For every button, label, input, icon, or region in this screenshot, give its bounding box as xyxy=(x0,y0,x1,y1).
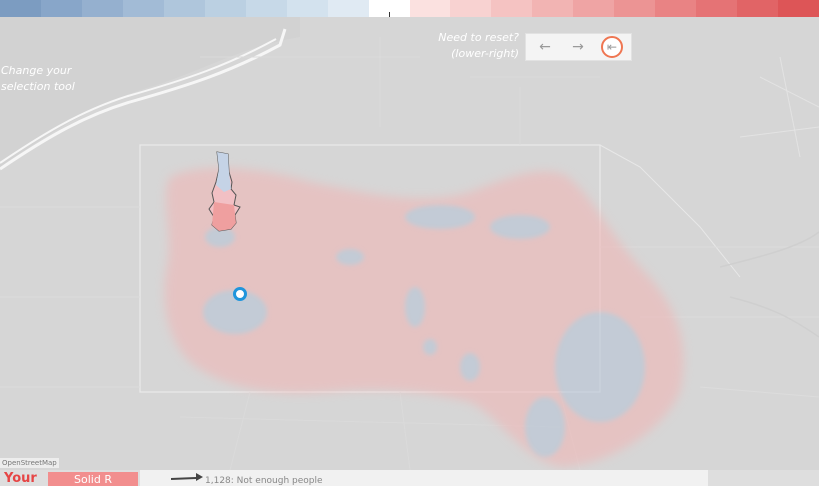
reset-button[interactable]: ⇤ xyxy=(598,34,626,60)
color-scale-legend xyxy=(0,0,819,17)
bottom-bar: Your Solid R 1,128: Not enough people xyxy=(0,470,819,486)
color-scale-segment xyxy=(286,0,328,17)
map-canvas[interactable] xyxy=(0,17,819,470)
color-scale-segment xyxy=(204,0,246,17)
arrow-left-icon: ← xyxy=(539,39,551,55)
reset-icon: ⇤ xyxy=(606,40,618,54)
legend-text: 1,128: Not enough people xyxy=(205,476,323,486)
color-scale-segment xyxy=(655,0,697,17)
legend-panel: 1,128: Not enough people xyxy=(140,470,708,486)
solid-r-button[interactable]: Solid R xyxy=(48,472,138,486)
reset-highlight-ring: ⇤ xyxy=(601,36,623,58)
your-district-label: Your xyxy=(4,471,37,486)
color-scale-segment xyxy=(532,0,574,17)
selection-hint-line-2: selection tool xyxy=(1,80,75,93)
color-scale-segment xyxy=(778,0,819,17)
map-navigation-toolbar: ← → ⇤ xyxy=(525,33,632,61)
reset-hint: Need to reset? (lower-right) xyxy=(438,30,519,62)
color-scale-segment xyxy=(327,0,369,17)
arrow-right-icon: → xyxy=(572,39,584,55)
color-scale-segment xyxy=(163,0,205,17)
color-scale-segment xyxy=(0,0,41,17)
color-scale-segment xyxy=(491,0,533,17)
forward-button[interactable]: → xyxy=(564,34,592,60)
color-scale-segment xyxy=(122,0,164,17)
color-scale-segment xyxy=(614,0,656,17)
map-attribution[interactable]: OpenStreetMap xyxy=(0,458,59,468)
reset-hint-line-1: Need to reset? xyxy=(438,31,519,44)
selection-tool-hint: Change your selection tool xyxy=(1,63,75,95)
arrow-right-icon xyxy=(171,473,203,481)
color-scale-segment xyxy=(245,0,287,17)
color-scale-segment xyxy=(81,0,123,17)
color-scale-segment xyxy=(450,0,492,17)
reset-hint-line-2: (lower-right) xyxy=(451,47,519,60)
color-scale-segment xyxy=(696,0,738,17)
selection-hint-line-1: Change your xyxy=(1,64,72,77)
color-scale-segment xyxy=(737,0,779,17)
location-marker[interactable] xyxy=(233,287,247,301)
color-scale-segment xyxy=(40,0,82,17)
color-scale-segment xyxy=(409,0,451,17)
back-button[interactable]: ← xyxy=(531,34,559,60)
color-scale-segment xyxy=(573,0,615,17)
